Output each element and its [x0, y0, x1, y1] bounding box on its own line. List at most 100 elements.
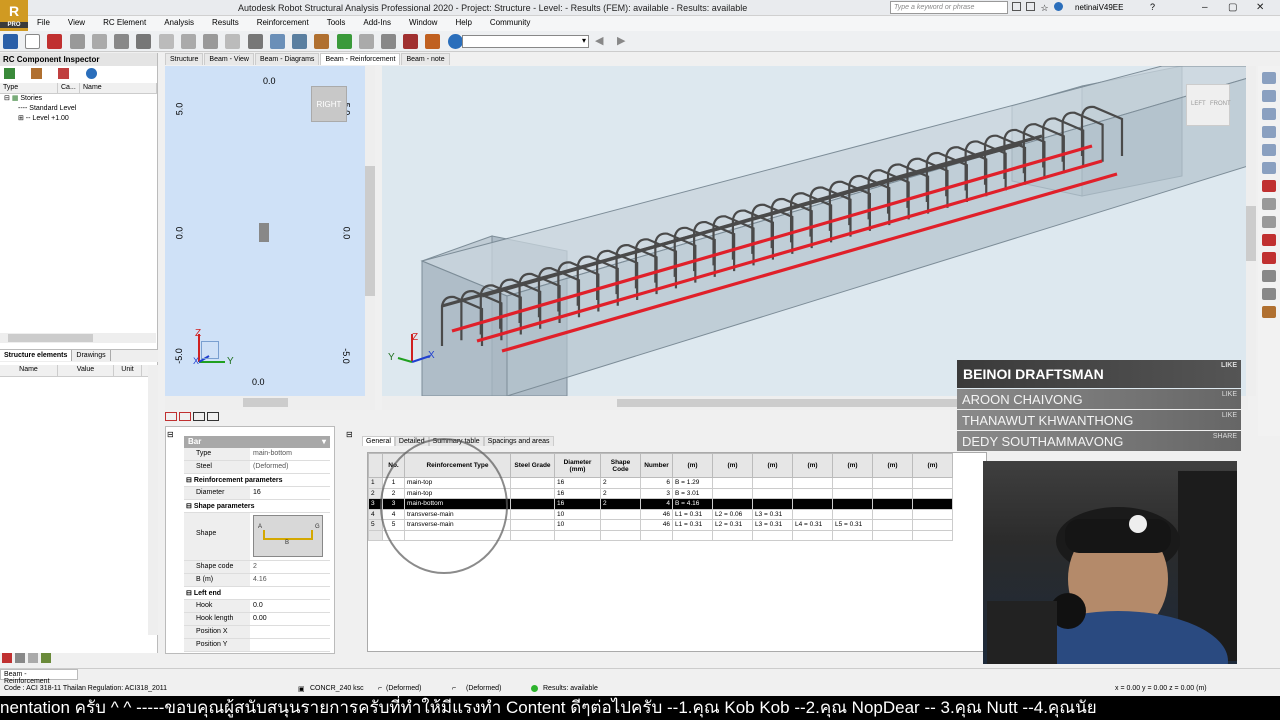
filter2-icon[interactable] [28, 653, 38, 663]
table-icon[interactable] [358, 34, 374, 49]
viewcube-front[interactable]: FRONT [1210, 101, 1231, 107]
prop-value[interactable] [250, 626, 330, 638]
tab-drawings[interactable]: Drawings [72, 350, 111, 361]
help-question-icon[interactable]: ? [1150, 2, 1155, 12]
col-name[interactable]: Name [80, 83, 157, 93]
rebar-cell-empty[interactable] [912, 519, 953, 531]
tool-icon-10[interactable] [1262, 234, 1276, 246]
tab-beam-diagrams[interactable]: Beam - Diagrams [254, 53, 320, 65]
help-icons[interactable]: ☆ [1012, 2, 1072, 14]
section-reinforcement-params[interactable]: ⊟ Reinforcement parameters [184, 474, 330, 487]
tool-icon-8[interactable] [1262, 198, 1276, 210]
rebar-cell-num[interactable]: 46 [640, 519, 673, 531]
tool-icon-3[interactable] [1262, 108, 1276, 120]
rebar-cell-l3[interactable] [752, 498, 793, 510]
shape-preview[interactable]: A B G [250, 513, 330, 560]
rebar-cell-l5[interactable] [832, 498, 873, 510]
prop-value[interactable]: 0.00 [250, 613, 330, 625]
section-left-end[interactable]: ⊟ Left end [184, 587, 330, 600]
prop-vscrollbar[interactable] [148, 365, 158, 635]
menu-results[interactable]: Results [203, 16, 248, 27]
rebar-cell-l2[interactable] [712, 487, 753, 499]
rebar-col-header[interactable]: (m) [712, 453, 753, 478]
binoculars-icon[interactable] [1012, 2, 1021, 11]
minimize-icon[interactable]: – [1202, 2, 1208, 13]
rebar-cell-empty[interactable] [872, 498, 913, 510]
rebar-cell-code[interactable] [600, 508, 641, 520]
tool-icon-14[interactable] [1262, 306, 1276, 318]
tool-icon-11[interactable] [1262, 252, 1276, 264]
properties-icon[interactable] [15, 653, 25, 663]
viewcube-left[interactable]: LEFT [1191, 101, 1206, 107]
rebar-cell-l2[interactable]: L2 = 0.31 [712, 519, 753, 531]
maximize-icon[interactable]: ▢ [1228, 2, 1237, 13]
new-file-icon[interactable] [25, 34, 41, 49]
info-icon[interactable] [85, 68, 97, 79]
tab-general[interactable]: General [362, 436, 395, 446]
rebar-cell-num[interactable]: 3 [640, 487, 673, 499]
rebar-cell-l4[interactable] [792, 498, 833, 510]
rebar-cell-l3[interactable]: L3 = 0.31 [752, 519, 793, 531]
rebar-col-header[interactable]: (m) [752, 453, 793, 478]
tool-icon-1[interactable] [1262, 72, 1276, 84]
prop-col-value[interactable]: Value [58, 365, 114, 376]
prop-value[interactable]: 16 [250, 487, 330, 499]
menu-rc-element[interactable]: RC Element [94, 16, 155, 27]
rebar-cell-l1[interactable]: B = 4.16 [672, 498, 713, 510]
tab-beam-note[interactable]: Beam - note [401, 53, 450, 65]
rotate-icon[interactable] [336, 34, 352, 49]
rebar-cell-l3[interactable] [752, 487, 793, 499]
rebar-cell-empty[interactable] [912, 477, 953, 489]
rebar-cell-empty[interactable] [792, 529, 833, 541]
rebar-col-header[interactable]: (m) [832, 453, 873, 478]
rebar-cell-code[interactable]: 2 [600, 487, 641, 499]
rebar-col-header[interactable]: Diameter (mm) [554, 453, 601, 478]
tool-icon-5[interactable] [1262, 144, 1276, 156]
rebar-cell-l4[interactable] [792, 477, 833, 489]
rebar-cell-empty[interactable] [752, 529, 793, 541]
user-group-icon[interactable] [1026, 2, 1036, 11]
rebar-cell-l2[interactable]: L2 = 0.06 [712, 508, 753, 520]
rebar-cell-grade[interactable] [510, 487, 555, 499]
print-icon[interactable] [69, 34, 85, 49]
rebar-cell-code[interactable]: 2 [600, 477, 641, 489]
prop-value[interactable]: 4.16 [250, 574, 330, 586]
menu-file[interactable]: File [28, 16, 59, 27]
rebar-cell-l3[interactable]: L3 = 0.31 [752, 508, 793, 520]
rebar-cell-l5[interactable] [832, 477, 873, 489]
structure-icon[interactable] [3, 34, 18, 49]
rebar-cell-num[interactable]: 4 [640, 498, 673, 510]
rebar-col-header[interactable]: (m) [912, 453, 953, 478]
close-icon[interactable]: ✕ [1256, 2, 1264, 13]
rebar-cell-l1[interactable]: B = 3.01 [672, 487, 713, 499]
star-icon[interactable]: ☆ [1040, 3, 1048, 14]
col-type[interactable]: Type [0, 83, 58, 93]
rebar-cell-l4[interactable] [792, 508, 833, 520]
tab-beam-view[interactable]: Beam - View [204, 53, 254, 65]
tree-item-stories[interactable]: ⊟ ▦ Stories [4, 94, 157, 104]
rebar-cell-empty[interactable] [912, 498, 953, 510]
rebar-cell-l2[interactable] [712, 477, 753, 489]
tool-icon-4[interactable] [1262, 126, 1276, 138]
rebar-cell-l5[interactable] [832, 508, 873, 520]
col-category[interactable]: Ca... [58, 83, 80, 93]
tab-structure[interactable]: Structure [165, 53, 204, 65]
rebar-cell-empty[interactable] [872, 477, 913, 489]
tree-item-level-1[interactable]: ⊞ -- Level +1.00 [4, 114, 157, 124]
toolbar-dropdown[interactable]: ▾ [462, 35, 589, 48]
rebar-cell-grade[interactable] [510, 498, 555, 510]
rebar-cell-empty[interactable] [912, 487, 953, 499]
zoom-icon[interactable] [269, 34, 285, 49]
section-view-2d[interactable]: 0.0 5.0 0.0 -5.0 5.0 0.0 -5.0 RIGHT 0.0 … [165, 66, 375, 396]
menu-analysis[interactable]: Analysis [155, 16, 203, 27]
rebar-cell-l5[interactable] [832, 487, 873, 499]
rebar-cell-empty[interactable] [872, 487, 913, 499]
toggle-icon-4[interactable] [207, 412, 219, 421]
menu-reinforcement[interactable]: Reinforcement [248, 16, 318, 27]
rebar-cell-empty[interactable] [712, 529, 753, 541]
collapse-icon-2[interactable]: ⊟ [346, 430, 353, 439]
rebar-cell-empty[interactable] [510, 529, 555, 541]
rebar-cell-code[interactable] [600, 519, 641, 531]
prop-col-unit[interactable]: Unit [114, 365, 142, 376]
row-selector[interactable]: 5 [368, 519, 383, 531]
